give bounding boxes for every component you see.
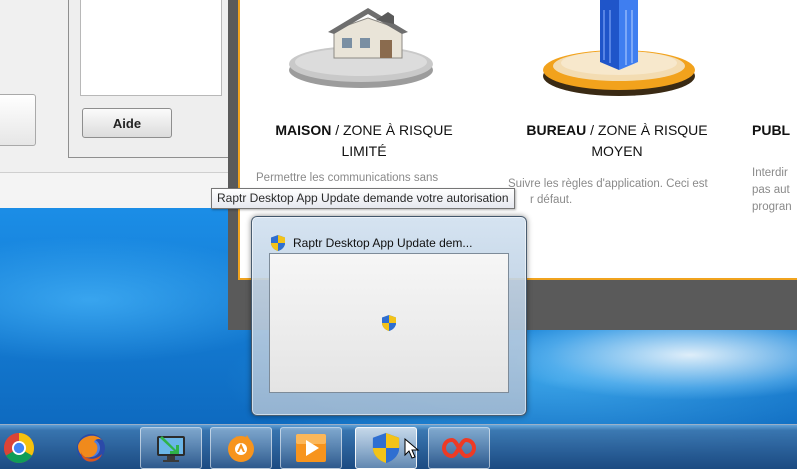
monitor-download-icon	[157, 436, 185, 462]
card-description-line1: Suivre les règles d'application. Ceci es…	[508, 178, 708, 190]
card-title-line2: LIMITÉ	[341, 143, 387, 159]
house-on-disc-icon	[289, 8, 433, 88]
office-building-on-disc-icon	[543, 0, 695, 96]
taskbar-button-media-player[interactable]	[280, 427, 342, 469]
list-box[interactable]	[80, 0, 222, 96]
card-title-rest: / ZONE À RISQUE	[331, 122, 453, 138]
card-title: PUBL	[752, 120, 790, 141]
card-description: Permettre les communications sans	[256, 172, 439, 184]
card-title-rest: / ZONE À RISQUE	[586, 122, 708, 138]
taskbar	[0, 424, 797, 469]
thumbnail-title: Raptr Desktop App Update dem...	[293, 236, 473, 250]
avast-icon	[228, 435, 254, 462]
taskbar-button-raptr[interactable]	[428, 427, 490, 469]
card-title-bold: BUREAU	[526, 122, 587, 138]
mouse-cursor-icon	[404, 438, 420, 459]
firefox-icon	[77, 434, 105, 462]
card-title: MAISON / ZONE À RISQUE LIMITÉ	[264, 120, 464, 162]
card-title: BUREAU / ZONE À RISQUE MOYEN	[502, 120, 732, 162]
card-title-line2: MOYEN	[591, 143, 643, 159]
taskbar-tooltip: Raptr Desktop App Update demande votre a…	[211, 188, 515, 209]
partial-button[interactable]	[0, 94, 36, 146]
taskbar-button-avast[interactable]	[210, 427, 272, 469]
window-bottom-strip	[0, 172, 230, 208]
media-player-icon	[296, 434, 326, 462]
card-description-line1: Interdir	[752, 167, 788, 179]
taskbar-button-firefox[interactable]	[60, 427, 122, 469]
help-button[interactable]: Aide	[82, 108, 172, 138]
taskbar-button-chrome[interactable]	[0, 427, 50, 469]
uac-shield-icon	[271, 235, 285, 251]
card-description: Interdir pas aut progran	[752, 165, 792, 216]
profile-card-public[interactable]: PUBL Interdir pas aut progran	[752, 0, 797, 278]
taskbar-thumbnail-preview[interactable]: Raptr Desktop App Update dem...	[251, 216, 527, 416]
profile-card-office[interactable]: BUREAU / ZONE À RISQUE MOYEN Suivre les …	[490, 0, 750, 278]
chrome-icon	[3, 433, 35, 464]
taskbar-button-monitor-download[interactable]	[140, 427, 202, 469]
card-title-bold: MAISON	[275, 122, 332, 138]
raptr-icon	[442, 437, 476, 459]
thumbnail-header: Raptr Desktop App Update dem...	[270, 233, 520, 253]
uac-shield-icon	[372, 433, 400, 463]
card-description-line2: r défaut.	[530, 194, 573, 206]
card-title-bold: PUBL	[752, 122, 791, 138]
uac-shield-icon	[382, 315, 396, 331]
card-description-line2: pas aut	[752, 184, 790, 196]
card-description: Suivre les règles d'application. Ceci es…	[508, 176, 708, 208]
thumbnail-window-image[interactable]	[269, 253, 509, 393]
left-app-window: Aide	[0, 0, 230, 208]
card-description-line3: progran	[752, 201, 792, 213]
